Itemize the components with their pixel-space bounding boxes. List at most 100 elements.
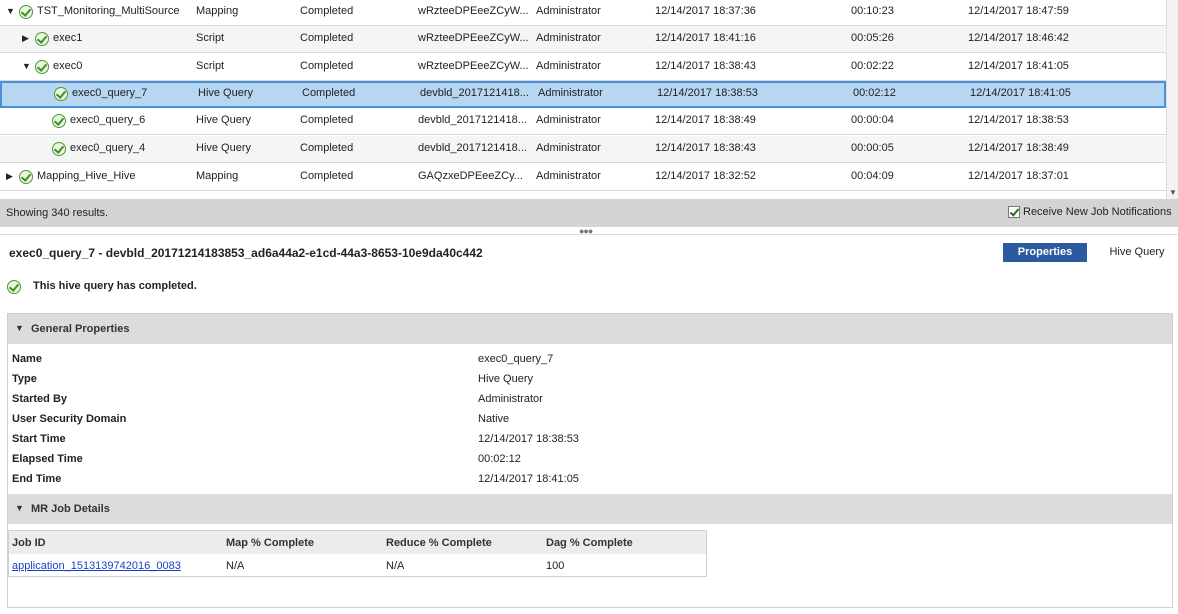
table-row[interactable]: exec0_query_6 Hive Query Completed devbld_2… xyxy=(0,108,1166,135)
cell-type: Hive Query xyxy=(198,87,254,99)
property-name: Start Time xyxy=(12,433,66,445)
properties-panel: ▼ General Properties Name exec0_query_7 Ty… xyxy=(7,313,1173,608)
column-header-reduce[interactable]: Reduce % Complete xyxy=(386,537,492,549)
cell-user: Administrator xyxy=(536,60,601,72)
notifications-label[interactable]: Receive New Job Notifications xyxy=(1023,206,1172,218)
dag-complete-value: 100 xyxy=(546,560,565,572)
property-value: Hive Query xyxy=(478,373,534,385)
table-row[interactable]: ▼ TST_Monitoring_MultiSource Mapping Comple… xyxy=(0,0,1166,26)
job-id-link[interactable]: application_1513139742016_0083 xyxy=(12,560,181,572)
column-header-job-id[interactable]: Job ID xyxy=(12,537,46,549)
cell-job-name: exec0_query_7 xyxy=(72,87,148,99)
map-complete-value: N/A xyxy=(226,560,245,572)
vertical-scrollbar[interactable]: ▼ xyxy=(1166,0,1178,199)
cell-status: Completed xyxy=(300,170,354,182)
table-row[interactable]: ▶ Mapping_Hive_Hive Mapping Completed GAQzxe… xyxy=(0,164,1166,191)
check-circle-icon xyxy=(7,280,21,294)
cell-elapsed: 00:00:05 xyxy=(851,142,894,154)
table-row[interactable]: ▶ exec1 Script Completed wRzteeDPEeeZCyW... A… xyxy=(0,26,1166,53)
property-value: 12/14/2017 18:38:53 xyxy=(478,433,579,445)
check-circle-icon xyxy=(35,60,49,74)
cell-start-time: 12/14/2017 18:38:43 xyxy=(655,142,756,154)
cell-start-time: 12/14/2017 18:41:16 xyxy=(655,32,756,44)
cell-job-name: exec1 xyxy=(53,32,83,44)
cell-elapsed: 00:02:12 xyxy=(853,87,896,99)
cell-job-name: Mapping_Hive_Hive xyxy=(37,170,136,182)
expand-arrow-icon[interactable]: ▶ xyxy=(22,26,32,51)
cell-job-name: TST_Monitoring_MultiSource xyxy=(37,5,180,17)
cell-start-time: 12/14/2017 18:32:52 xyxy=(655,170,756,182)
check-circle-icon xyxy=(19,170,33,184)
column-header-dag[interactable]: Dag % Complete xyxy=(546,537,633,549)
cell-user: Administrator xyxy=(536,142,601,154)
cell-type: Script xyxy=(196,60,225,72)
check-circle-icon xyxy=(52,114,66,128)
notifications-checkbox[interactable] xyxy=(1008,206,1020,218)
cell-id: wRzteeDPEeeZCyW... xyxy=(418,32,529,44)
check-circle-icon xyxy=(19,5,33,19)
collapse-arrow-icon[interactable]: ▼ xyxy=(6,0,16,24)
cell-user: Administrator xyxy=(536,114,601,126)
property-value: exec0_query_7 xyxy=(478,353,554,365)
collapse-arrow-icon[interactable]: ▼ xyxy=(15,503,24,513)
cell-job-name: exec0 xyxy=(53,60,83,72)
cell-id: devbld_2017121418... xyxy=(418,142,527,154)
cell-end-time: 12/14/2017 18:47:59 xyxy=(968,5,1069,17)
reduce-complete-value: N/A xyxy=(386,560,405,572)
cell-status: Completed xyxy=(300,142,354,154)
property-name: Elapsed Time xyxy=(12,453,83,465)
property-name: Started By xyxy=(12,393,68,405)
cell-start-time: 12/14/2017 18:38:43 xyxy=(655,60,756,72)
cell-start-time: 12/14/2017 18:38:53 xyxy=(657,87,758,99)
cell-type: Hive Query xyxy=(196,114,252,126)
scroll-down-icon[interactable]: ▼ xyxy=(1169,188,1177,197)
property-name: End Time xyxy=(12,473,62,485)
check-circle-icon xyxy=(52,142,66,156)
cell-type: Hive Query xyxy=(196,142,252,154)
results-count: Showing 340 results. xyxy=(6,207,109,219)
property-name: Name xyxy=(12,353,42,365)
cell-id: devbld_2017121418... xyxy=(418,114,527,126)
mr-job-table: Job ID Map % Complete Reduce % Complete … xyxy=(8,530,707,577)
cell-elapsed: 00:05:26 xyxy=(851,32,894,44)
cell-job-name: exec0_query_6 xyxy=(70,114,146,126)
cell-id: GAQzxeDPEeeZCy... xyxy=(418,170,523,182)
panel-splitter[interactable]: ●●● xyxy=(0,227,1178,236)
expand-arrow-icon[interactable]: ▶ xyxy=(6,164,16,189)
cell-type: Mapping xyxy=(196,170,239,182)
cell-user: Administrator xyxy=(536,170,601,182)
cell-id: devbld_2017121418... xyxy=(420,87,529,99)
cell-id: wRzteeDPEeeZCyW... xyxy=(418,5,529,17)
collapse-arrow-icon[interactable]: ▼ xyxy=(22,54,32,79)
property-name: User Security Domain xyxy=(12,413,127,425)
status-bar: Showing 340 results. Receive New Job Not… xyxy=(0,199,1178,227)
cell-job-name: exec0_query_4 xyxy=(70,142,146,154)
properties-tab[interactable]: Properties xyxy=(1003,243,1087,262)
property-name: Type xyxy=(12,373,37,385)
hive-query-tab[interactable]: Hive Query xyxy=(1103,243,1171,262)
general-properties-label: General Properties xyxy=(31,323,130,335)
cell-start-time: 12/14/2017 18:37:36 xyxy=(655,5,756,17)
column-header-map[interactable]: Map % Complete xyxy=(226,537,314,549)
table-row[interactable]: exec0_query_7 Hive Query Completed devbld_2… xyxy=(0,81,1166,108)
cell-status: Completed xyxy=(300,60,354,72)
property-value: 00:02:12 xyxy=(478,453,521,465)
cell-user: Administrator xyxy=(536,32,601,44)
general-properties-header[interactable]: ▼ General Properties xyxy=(8,314,1172,344)
jobs-grid: ▼ TST_Monitoring_MultiSource Mapping Comple… xyxy=(0,0,1178,199)
splitter-handle-icon[interactable]: ●●● xyxy=(579,227,593,236)
cell-end-time: 12/14/2017 18:38:53 xyxy=(968,114,1069,126)
completion-message: This hive query has completed. xyxy=(33,280,197,292)
cell-elapsed: 00:10:23 xyxy=(851,5,894,17)
mr-job-details-header[interactable]: ▼ MR Job Details xyxy=(8,494,1172,524)
cell-status: Completed xyxy=(300,5,354,17)
collapse-arrow-icon[interactable]: ▼ xyxy=(15,323,24,333)
table-row[interactable]: ▼ exec0 Script Completed wRzteeDPEeeZCyW... A… xyxy=(0,54,1166,81)
table-row[interactable]: exec0_query_4 Hive Query Completed devbld_2… xyxy=(0,136,1166,163)
check-circle-icon xyxy=(54,87,68,101)
cell-end-time: 12/14/2017 18:38:49 xyxy=(968,142,1069,154)
cell-end-time: 12/14/2017 18:37:01 xyxy=(968,170,1069,182)
job-id-link-text[interactable]: application_1513139742016_0083 xyxy=(12,560,181,572)
check-circle-icon xyxy=(35,32,49,46)
cell-end-time: 12/14/2017 18:41:05 xyxy=(970,87,1071,99)
